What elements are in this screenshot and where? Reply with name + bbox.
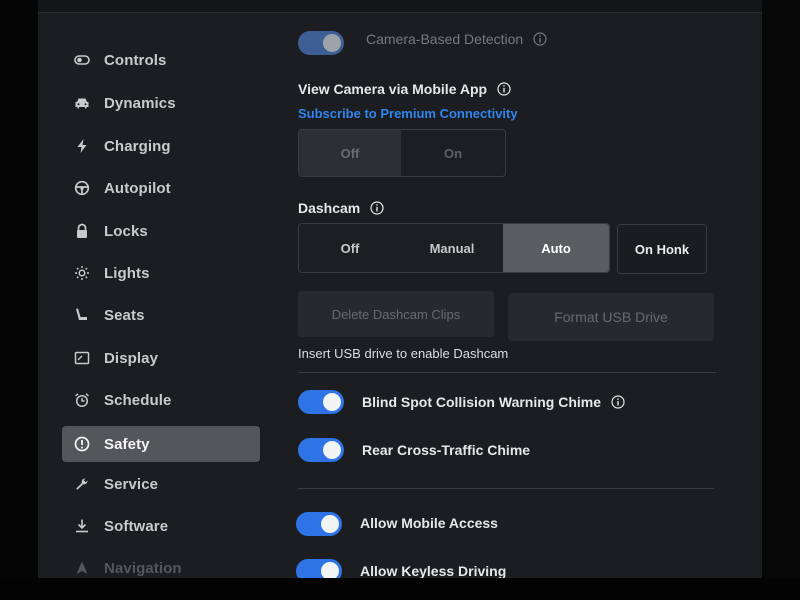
navigation-arrow-icon bbox=[73, 559, 91, 577]
view-camera-label: View Camera via Mobile App bbox=[298, 81, 511, 97]
view-camera-off-option[interactable]: Off bbox=[299, 130, 401, 176]
sidebar-item-schedule[interactable]: Schedule bbox=[62, 382, 260, 418]
sidebar-item-autopilot[interactable]: Autopilot bbox=[62, 170, 260, 206]
dashcam-label: Dashcam bbox=[298, 200, 384, 216]
rear-cross-traffic-toggle[interactable] bbox=[298, 438, 344, 462]
blind-spot-chime-label: Blind Spot Collision Warning Chime bbox=[362, 394, 625, 410]
camera-detection-toggle[interactable] bbox=[298, 31, 344, 55]
view-camera-on-option[interactable]: On bbox=[401, 130, 505, 176]
download-icon bbox=[73, 517, 91, 535]
dashcam-off-option[interactable]: Off bbox=[299, 224, 401, 272]
sidebar-item-label: Schedule bbox=[104, 391, 172, 409]
sidebar-item-display[interactable]: Display bbox=[62, 340, 260, 376]
steering-wheel-icon bbox=[73, 179, 91, 197]
divider bbox=[298, 488, 714, 489]
keyless-driving-label: Allow Keyless Driving bbox=[360, 563, 507, 578]
alert-circle-icon bbox=[73, 435, 91, 453]
sidebar-item-label: Charging bbox=[104, 137, 171, 155]
format-usb-button[interactable]: Format USB Drive bbox=[508, 293, 714, 341]
sidebar-item-label: Display bbox=[104, 349, 159, 367]
lightning-icon bbox=[73, 137, 91, 155]
dashcam-auto-option[interactable]: Auto bbox=[503, 224, 609, 272]
sidebar-item-controls[interactable]: Controls bbox=[62, 42, 260, 78]
sidebar-item-safety[interactable]: Safety bbox=[62, 426, 260, 462]
blind-spot-chime-toggle[interactable] bbox=[298, 390, 344, 414]
lock-icon bbox=[73, 222, 91, 240]
settings-panel: Camera-Based Detection View Camera via M… bbox=[296, 0, 736, 578]
sidebar-item-charging[interactable]: Charging bbox=[62, 128, 260, 164]
mobile-access-label: Allow Mobile Access bbox=[360, 515, 498, 531]
alarm-clock-icon bbox=[73, 391, 91, 409]
camera-detection-label: Camera-Based Detection bbox=[366, 31, 547, 47]
sidebar-item-label: Locks bbox=[104, 222, 148, 240]
mobile-access-toggle[interactable] bbox=[296, 512, 342, 536]
sidebar-item-navigation[interactable]: Navigation bbox=[62, 550, 260, 578]
wrench-icon bbox=[73, 475, 91, 493]
screen-bezel bbox=[762, 0, 800, 600]
display-icon bbox=[73, 349, 91, 367]
on-honk-button[interactable]: On Honk bbox=[617, 224, 707, 274]
sidebar-item-label: Lights bbox=[104, 264, 150, 282]
car-icon bbox=[73, 94, 91, 112]
subscribe-premium-link[interactable]: Subscribe to Premium Connectivity bbox=[298, 106, 518, 121]
sidebar-item-label: Seats bbox=[104, 306, 145, 324]
dashcam-manual-option[interactable]: Manual bbox=[401, 224, 503, 272]
sun-icon bbox=[73, 264, 91, 282]
sidebar-item-software[interactable]: Software bbox=[62, 508, 260, 544]
usb-hint-text: Insert USB drive to enable Dashcam bbox=[298, 346, 509, 361]
sidebar-item-label: Autopilot bbox=[104, 179, 171, 197]
delete-dashcam-clips-button[interactable]: Delete Dashcam Clips bbox=[298, 291, 494, 337]
sidebar-item-label: Dynamics bbox=[104, 94, 176, 112]
settings-screen: Controls Dynamics Charging Autopilot Loc bbox=[38, 0, 762, 578]
divider bbox=[298, 372, 716, 373]
seat-icon bbox=[73, 306, 91, 324]
sidebar-item-seats[interactable]: Seats bbox=[62, 297, 260, 333]
sidebar-item-label: Navigation bbox=[104, 559, 182, 577]
toggle-icon bbox=[73, 51, 91, 69]
dashcam-mode-selector: Off Manual Auto bbox=[298, 223, 610, 273]
info-icon[interactable] bbox=[370, 201, 384, 215]
sidebar-item-lights[interactable]: Lights bbox=[62, 255, 260, 291]
rear-cross-traffic-label: Rear Cross-Traffic Chime bbox=[362, 442, 531, 458]
info-icon[interactable] bbox=[533, 32, 547, 46]
sidebar-item-label: Software bbox=[104, 517, 169, 535]
keyless-driving-toggle[interactable] bbox=[296, 559, 342, 578]
sidebar-item-label: Safety bbox=[104, 435, 150, 453]
sidebar-item-service[interactable]: Service bbox=[62, 466, 260, 502]
sidebar-item-locks[interactable]: Locks bbox=[62, 213, 260, 249]
sidebar-item-dynamics[interactable]: Dynamics bbox=[62, 85, 260, 121]
info-icon[interactable] bbox=[497, 82, 511, 96]
sidebar-item-label: Service bbox=[104, 475, 159, 493]
info-icon[interactable] bbox=[611, 395, 625, 409]
screen-bezel bbox=[0, 578, 800, 600]
sidebar-item-label: Controls bbox=[104, 51, 167, 69]
view-camera-selector: Off On bbox=[298, 129, 506, 177]
